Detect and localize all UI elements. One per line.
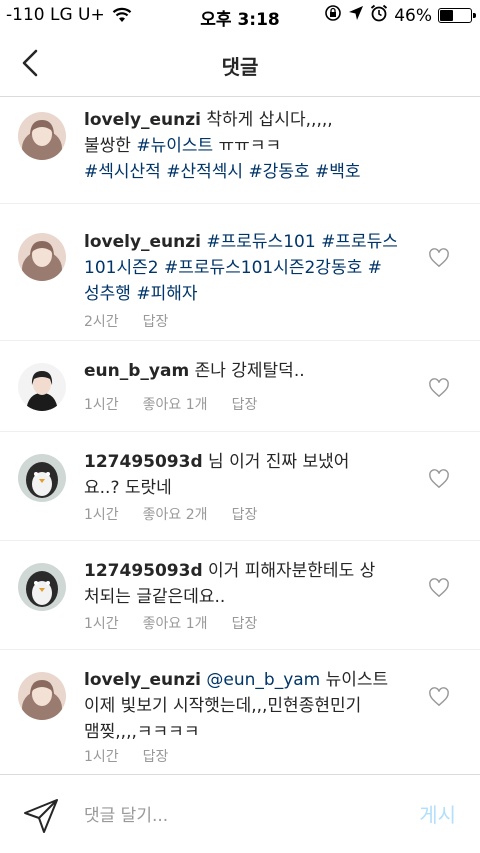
heart-icon[interactable] xyxy=(428,248,450,268)
comment-time: 1시간 xyxy=(84,749,119,765)
comment-time: 1시간 xyxy=(84,507,119,523)
avatar[interactable] xyxy=(18,454,66,502)
heart-icon[interactable] xyxy=(428,469,450,489)
avatar[interactable] xyxy=(18,112,66,160)
username[interactable]: eun_b_yam xyxy=(84,361,189,381)
hashtag[interactable]: #프로듀스101시즌2강동호 xyxy=(164,258,362,278)
page-title: 댓글 xyxy=(221,55,259,79)
hashtag[interactable]: #프로듀스101 xyxy=(206,232,315,252)
username[interactable]: 127495093d xyxy=(84,452,203,472)
username[interactable]: lovely_eunzi xyxy=(84,110,201,130)
avatar[interactable] xyxy=(18,363,66,411)
comment-meta: 1시간 답장 xyxy=(84,746,192,766)
comment-text: lovely_eunzi @eun_b_yam 뉴이스트 이제 빛보기 시작햇는… xyxy=(84,670,389,742)
hashtag[interactable]: 101시즌2 xyxy=(84,258,159,278)
comment-time: 2시간 xyxy=(84,314,119,330)
reply-button[interactable]: 답장 xyxy=(232,616,258,632)
avatar[interactable] xyxy=(18,233,66,281)
comment-item: lovely_eunzi #프로듀스101 #프로듀스 101시즌2 #프로듀스… xyxy=(0,204,480,341)
likes-count[interactable]: 좋아요 1개 xyxy=(143,397,208,413)
alarm-icon xyxy=(370,4,388,27)
post-button[interactable]: 게시 xyxy=(419,799,456,828)
comment-time: 1시간 xyxy=(84,397,119,413)
comment-item: eun_b_yam 존나 강제탈덕.. 1시간 좋아요 1개 답장 xyxy=(0,341,480,432)
hashtag[interactable]: #백호 xyxy=(315,162,361,182)
hashtag[interactable]: #피해자 xyxy=(136,284,197,304)
avatar[interactable] xyxy=(18,672,66,720)
comment-item: 127495093d 님 이거 진짜 보냈어 요..? 도랏네 1시간 좋아요 2… xyxy=(0,432,480,541)
comment-item: lovely_eunzi @eun_b_yam 뉴이스트 이제 빛보기 시작햇는… xyxy=(0,650,480,775)
rotation-lock-icon xyxy=(324,4,342,27)
reply-button[interactable]: 답장 xyxy=(232,507,258,523)
comment-item: 127495093d 이거 피해자분한테도 상 처되는 글같은데요.. 1시간 좋… xyxy=(0,541,480,650)
comment-text: lovely_eunzi 착하게 삽시다,,,,, 불쌍한 #뉴이스트 ㅠㅠㅋㅋ… xyxy=(84,110,361,182)
comment-meta: 1시간 좋아요 1개 답장 xyxy=(84,394,281,414)
likes-count[interactable]: 좋아요 2개 xyxy=(143,507,208,523)
battery-icon xyxy=(438,8,476,23)
hashtag[interactable]: 성추행 xyxy=(84,284,131,304)
battery-percent: 46% xyxy=(394,5,432,26)
header: 댓글 xyxy=(0,32,480,97)
status-bar: -110 LG U+ 오후 3:18 46% xyxy=(0,0,480,32)
send-icon[interactable] xyxy=(22,797,60,835)
comment-meta: 1시간 좋아요 2개 답장 xyxy=(84,504,281,524)
mention-link[interactable]: @eun_b_yam xyxy=(206,670,320,690)
comment-text: eun_b_yam 존나 강제탈덕.. xyxy=(84,361,305,381)
hashtag[interactable]: #산적섹시 xyxy=(166,162,243,182)
comment-text: 127495093d 이거 피해자분한테도 상 처되는 글같은데요.. xyxy=(84,561,376,607)
hashtag[interactable]: #뉴이스트 xyxy=(136,136,213,156)
avatar[interactable] xyxy=(18,563,66,611)
comment-meta: 2시간 답장 xyxy=(84,311,192,331)
reply-button[interactable]: 답장 xyxy=(232,397,258,413)
hashtag[interactable]: #섹시산적 xyxy=(84,162,161,182)
comment-text: lovely_eunzi #프로듀스101 #프로듀스 101시즌2 #프로듀스… xyxy=(84,229,400,307)
username[interactable]: lovely_eunzi xyxy=(84,232,201,252)
comment-list[interactable]: lovely_eunzi 착하게 삽시다,,,,, 불쌍한 #뉴이스트 ㅠㅠㅋㅋ… xyxy=(0,97,480,775)
reply-button[interactable]: 답장 xyxy=(143,314,169,330)
heart-icon[interactable] xyxy=(428,378,450,398)
hashtag[interactable]: #프로듀스 xyxy=(321,232,398,252)
comment-text: 127495093d 님 이거 진짜 보냈어 요..? 도랏네 xyxy=(84,452,350,498)
comment-time: 1시간 xyxy=(84,616,119,632)
hashtag[interactable]: # xyxy=(368,258,382,278)
comment-item: lovely_eunzi 착하게 삽시다,,,,, 불쌍한 #뉴이스트 ㅠㅠㅋㅋ… xyxy=(0,97,480,204)
comment-input[interactable]: 댓글 달기... xyxy=(84,801,168,826)
heart-icon[interactable] xyxy=(428,578,450,598)
username[interactable]: lovely_eunzi xyxy=(84,670,201,690)
heart-icon[interactable] xyxy=(428,687,450,707)
reply-button[interactable]: 답장 xyxy=(143,749,169,765)
username[interactable]: 127495093d xyxy=(84,561,203,581)
likes-count[interactable]: 좋아요 1개 xyxy=(143,616,208,632)
hashtag[interactable]: #강동호 xyxy=(248,162,309,182)
comment-meta: 1시간 좋아요 1개 답장 xyxy=(84,613,281,633)
comment-input-bar: 댓글 달기... 게시 xyxy=(0,774,480,853)
location-icon xyxy=(348,5,364,26)
